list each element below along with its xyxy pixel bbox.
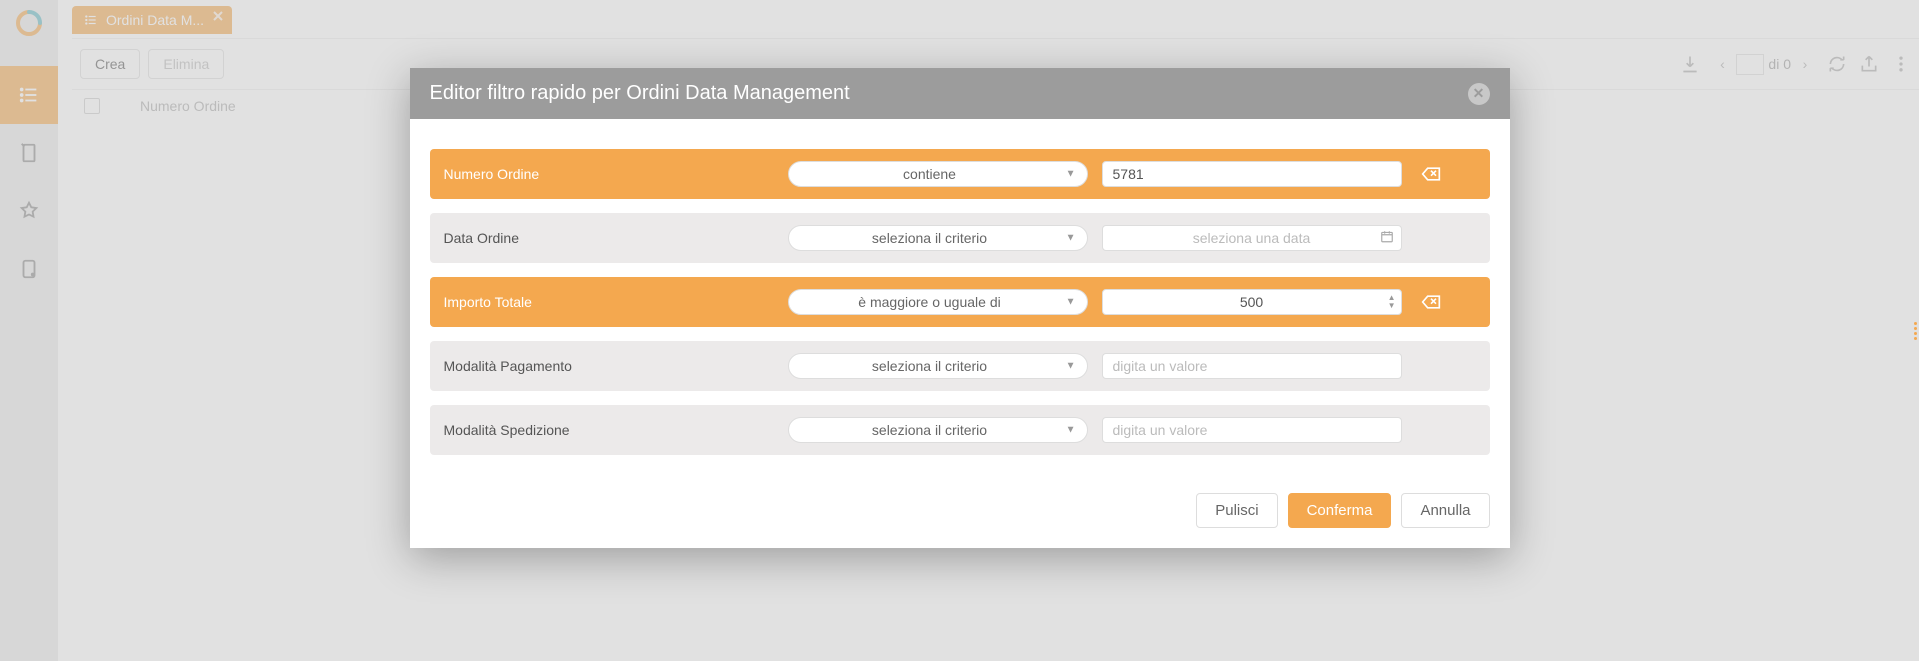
filter-label: Modalità Spedizione [444,422,774,438]
calendar-icon[interactable] [1380,230,1394,247]
cancel-button[interactable]: Annulla [1401,493,1489,528]
modal-header: Editor filtro rapido per Ordini Data Man… [410,68,1510,119]
value-input[interactable] [1102,225,1402,251]
value-input[interactable] [1102,353,1402,379]
criterion-select-wrap: seleziona il criterio▼ [788,417,1088,443]
filter-label: Modalità Pagamento [444,358,774,374]
criterion-select[interactable]: seleziona il criterio [788,353,1088,379]
filter-row: Modalità Pagamento seleziona il criterio▼ [430,341,1490,391]
value-input-wrap: ▲▼ [1102,289,1402,315]
filter-row: Importo Totale è maggiore o uguale di▼ ▲▼ [430,277,1490,327]
modal-title: Editor filtro rapido per Ordini Data Man… [430,82,850,105]
criterion-select-wrap: contiene▼ [788,161,1088,187]
criterion-select[interactable]: è maggiore o uguale di [788,289,1088,315]
clear-filter-button[interactable] [1416,294,1446,310]
modal-body: Numero Ordine contiene▼ Data Ordine selezio… [410,119,1510,479]
value-input[interactable] [1102,417,1402,443]
quick-filter-modal: Editor filtro rapido per Ordini Data Man… [410,68,1510,548]
value-input[interactable] [1102,289,1402,315]
criterion-select-wrap: è maggiore o uguale di▼ [788,289,1088,315]
criterion-select-wrap: seleziona il criterio▼ [788,353,1088,379]
resize-handle[interactable] [1914,322,1917,340]
number-spinner[interactable]: ▲▼ [1388,294,1396,310]
criterion-select[interactable]: contiene [788,161,1088,187]
filter-label: Importo Totale [444,294,774,310]
criterion-select-wrap: seleziona il criterio▼ [788,225,1088,251]
filter-row: Modalità Spedizione seleziona il criterio… [430,405,1490,455]
modal-close-button[interactable]: ✕ [1468,83,1490,105]
confirm-button[interactable]: Conferma [1288,493,1392,528]
value-input-wrap [1102,353,1402,379]
value-input-wrap [1102,161,1402,187]
modal-overlay: Editor filtro rapido per Ordini Data Man… [0,0,1919,661]
filter-row: Data Ordine seleziona il criterio▼ [430,213,1490,263]
criterion-select[interactable]: seleziona il criterio [788,417,1088,443]
value-input[interactable] [1102,161,1402,187]
filter-label: Numero Ordine [444,166,774,182]
clear-filter-button[interactable] [1416,166,1446,182]
modal-footer: Pulisci Conferma Annulla [410,479,1510,548]
value-input-wrap [1102,225,1402,251]
clear-button[interactable]: Pulisci [1196,493,1277,528]
value-input-wrap [1102,417,1402,443]
criterion-select[interactable]: seleziona il criterio [788,225,1088,251]
filter-label: Data Ordine [444,230,774,246]
filter-row: Numero Ordine contiene▼ [430,149,1490,199]
